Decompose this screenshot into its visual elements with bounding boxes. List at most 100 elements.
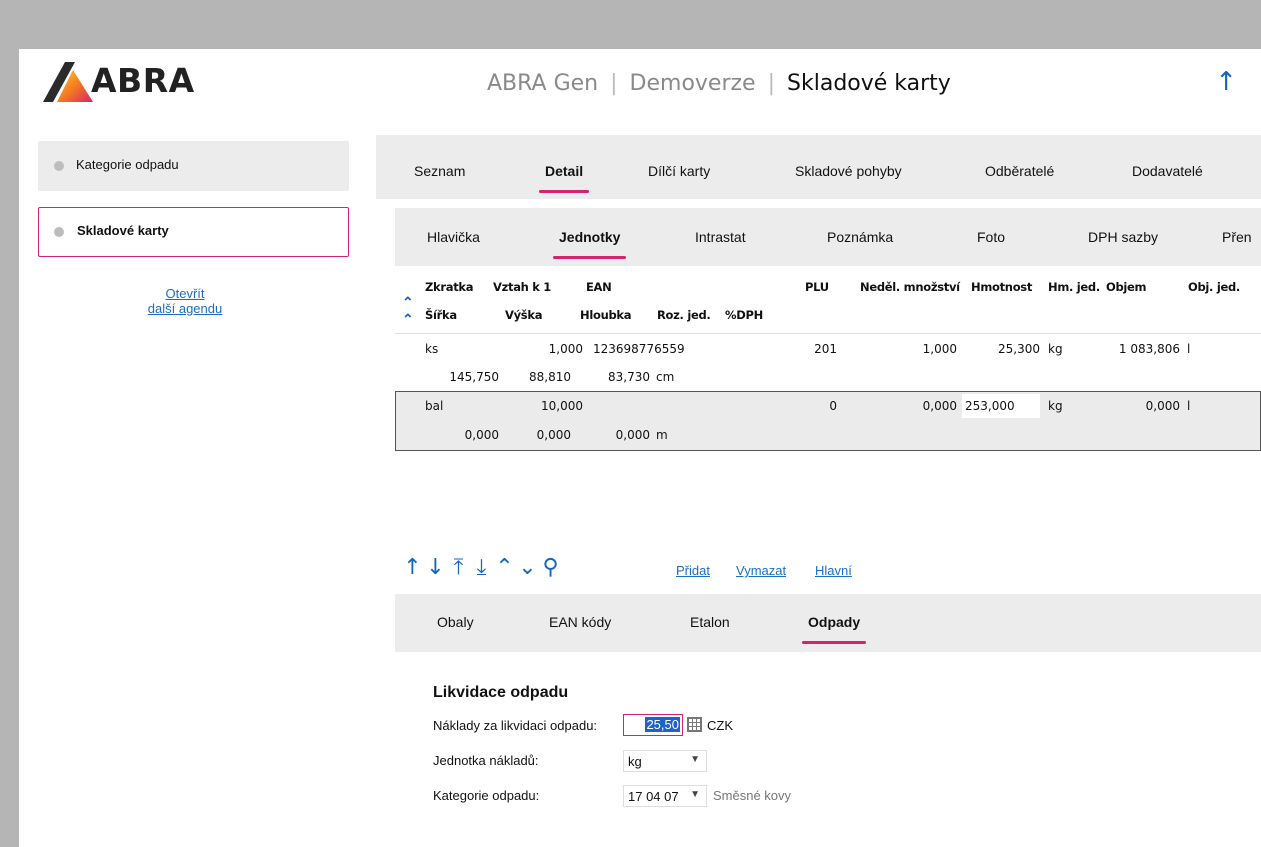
cell-plu: 201: [814, 342, 837, 356]
tab-detail[interactable]: Detail: [538, 163, 590, 193]
cell-vyska: 0,000: [536, 428, 571, 442]
sidebar-item-label: Kategorie odpadu: [76, 157, 179, 172]
col-header-dph: %DPH: [725, 308, 763, 322]
arrow-up-icon[interactable]: ↑: [402, 555, 425, 580]
col-header-hm-jed: Hm. jed.: [1048, 280, 1100, 294]
cell-sirka: 145,750: [449, 370, 499, 384]
col-header-ean: EAN: [586, 280, 612, 294]
tab-dilci-karty[interactable]: Dílčí karty: [648, 163, 710, 179]
abra-logo-icon: [43, 62, 93, 102]
tab-obaly[interactable]: Obaly: [437, 614, 474, 630]
dot-icon: [54, 227, 64, 237]
unit-select[interactable]: kg ▼: [623, 750, 707, 772]
tab-etalon[interactable]: Etalon: [690, 614, 730, 630]
tab-ean-kody[interactable]: EAN kódy: [549, 614, 611, 630]
breadcrumb-mode[interactable]: Demoverze: [630, 71, 756, 96]
cost-label: Náklady za likvidaci odpadu:: [433, 718, 598, 733]
main-tabs: Seznam Detail Dílčí karty Skladové pohyb…: [376, 135, 1261, 199]
currency-label: CZK: [707, 718, 733, 733]
cell-hloubka: 0,000: [615, 428, 650, 442]
logo-text: ABRA: [91, 61, 195, 100]
calculator-icon[interactable]: [687, 717, 702, 732]
col-header-hloubka: Hloubka: [580, 308, 632, 322]
cell-hmotnost[interactable]: 253,000: [965, 399, 1015, 413]
tab-intrastat[interactable]: Intrastat: [695, 229, 746, 245]
col-header-roz-jed: Roz. jed.: [657, 308, 711, 322]
cell-objem: 0,000: [1145, 399, 1180, 413]
chevron-down-icon: ▼: [690, 754, 700, 765]
form-title: Likvidace odpadu: [433, 684, 569, 701]
arrow-down-icon[interactable]: ↓: [425, 555, 448, 580]
chevron-down-icon: ▼: [690, 789, 700, 800]
tab-seznam[interactable]: Seznam: [414, 163, 465, 179]
tab-dph-sazby[interactable]: DPH sazby: [1088, 229, 1158, 245]
page-title: Skladové karty: [787, 71, 951, 96]
delete-link[interactable]: Vymazat: [736, 563, 786, 578]
cell-hloubka: 83,730: [608, 370, 650, 384]
col-header-plu: PLU: [805, 280, 829, 294]
first-record-icon[interactable]: ⤒: [448, 555, 471, 580]
breadcrumb-product[interactable]: ABRA Gen: [487, 71, 598, 96]
link-line: další agendu: [147, 301, 223, 316]
col-header-objem: Objem: [1106, 280, 1147, 294]
cell-roz-jed: m: [656, 428, 668, 442]
main-link[interactable]: Hlavní: [815, 563, 852, 578]
cell-ean: 123698776559: [593, 342, 685, 356]
cost-value: 25,50: [645, 717, 680, 732]
detail-tabs: Hlavička Jednotky Intrastat Poznámka Fot…: [395, 208, 1261, 266]
col-header-sirka: Šířka: [425, 308, 457, 322]
chevron-down-icon[interactable]: ⌄: [517, 555, 540, 580]
breadcrumb-separator: |: [610, 71, 618, 96]
col-header-vyska: Výška: [505, 308, 543, 322]
col-header-vztah: Vztah k 1: [493, 280, 551, 294]
search-icon[interactable]: ⚲: [540, 555, 563, 580]
cell-zkratka: bal: [425, 399, 444, 413]
tab-foto[interactable]: Foto: [977, 229, 1005, 245]
breadcrumb-separator: |: [767, 71, 776, 96]
tab-dodavatele[interactable]: Dodavatelé: [1132, 163, 1203, 179]
tab-hlavicka[interactable]: Hlavička: [427, 229, 480, 245]
col-header-zkratka: Zkratka: [425, 280, 474, 294]
link-line: Otevřít: [165, 286, 205, 301]
tab-poznamka[interactable]: Poznámka: [827, 229, 893, 245]
cell-vztah: 1,000: [548, 342, 583, 356]
cell-obj-jed: l: [1187, 342, 1191, 356]
breadcrumb: ABRA Gen | Demoverze | Skladové karty: [487, 71, 951, 96]
unit-value: kg: [628, 754, 642, 769]
tab-odpady[interactable]: Odpady: [801, 614, 867, 644]
cell-zkratka: ks: [425, 342, 439, 356]
top-bar: ABRA ABRA Gen | Demoverze | Skladové karty ↑: [19, 49, 1261, 115]
category-code: 17 04 07: [628, 789, 679, 804]
grid-navigation: ↑ ↓ ⤒ ⤓ ⌃ ⌄ ⚲: [402, 555, 563, 580]
chevron-up-icon[interactable]: ⌃: [494, 555, 517, 580]
cell-hm-jed: kg: [1048, 342, 1063, 356]
sidebar-item-label: Skladové karty: [77, 223, 169, 238]
cell-obj-jed: l: [1187, 399, 1191, 413]
add-link[interactable]: Přidat: [676, 563, 710, 578]
last-record-icon[interactable]: ⤓: [471, 555, 494, 580]
units-grid: ⌃ ⌃ Zkratka Vztah k 1 EAN PLU Neděl. množ…: [395, 266, 1261, 594]
sidebar-item-skladove-karty[interactable]: Skladové karty: [38, 207, 349, 257]
category-label: Kategorie odpadu:: [433, 788, 540, 803]
open-more-agenda-link[interactable]: Otevřít další agendu: [115, 286, 255, 316]
tab-prenos[interactable]: Přen: [1222, 229, 1252, 245]
cell-hm-jed: kg: [1048, 399, 1063, 413]
dot-icon: [54, 161, 64, 171]
tab-odberatele[interactable]: Odběratelé: [985, 163, 1054, 179]
unit-label: Jednotka nákladů:: [433, 753, 539, 768]
waste-form: Likvidace odpadu Náklady za likvidaci od…: [395, 652, 1261, 847]
tab-jednotky[interactable]: Jednotky: [552, 229, 627, 259]
sidebar-item-kategorie-odpadu[interactable]: Kategorie odpadu: [38, 141, 349, 191]
cell-hmotnost: 25,300: [998, 342, 1040, 356]
sidebar: Kategorie odpadu Skladové karty Otevřít …: [19, 115, 376, 847]
sub-tabs: Obaly EAN kódy Etalon Odpady: [395, 594, 1261, 652]
cost-input[interactable]: 25,50: [623, 714, 683, 736]
tab-skladove-pohyby[interactable]: Skladové pohyby: [795, 163, 902, 179]
col-header-nedel: Neděl. množství: [860, 280, 960, 294]
collapse-icon[interactable]: ⌃ ⌃: [402, 294, 414, 328]
cell-nedel: 1,000: [922, 342, 957, 356]
col-header-obj-jed: Obj. jed.: [1188, 280, 1240, 294]
arrow-up-icon[interactable]: ↑: [1215, 67, 1237, 97]
category-select[interactable]: 17 04 07 ▼: [623, 785, 707, 807]
col-header-hmotnost: Hmotnost: [971, 280, 1033, 294]
